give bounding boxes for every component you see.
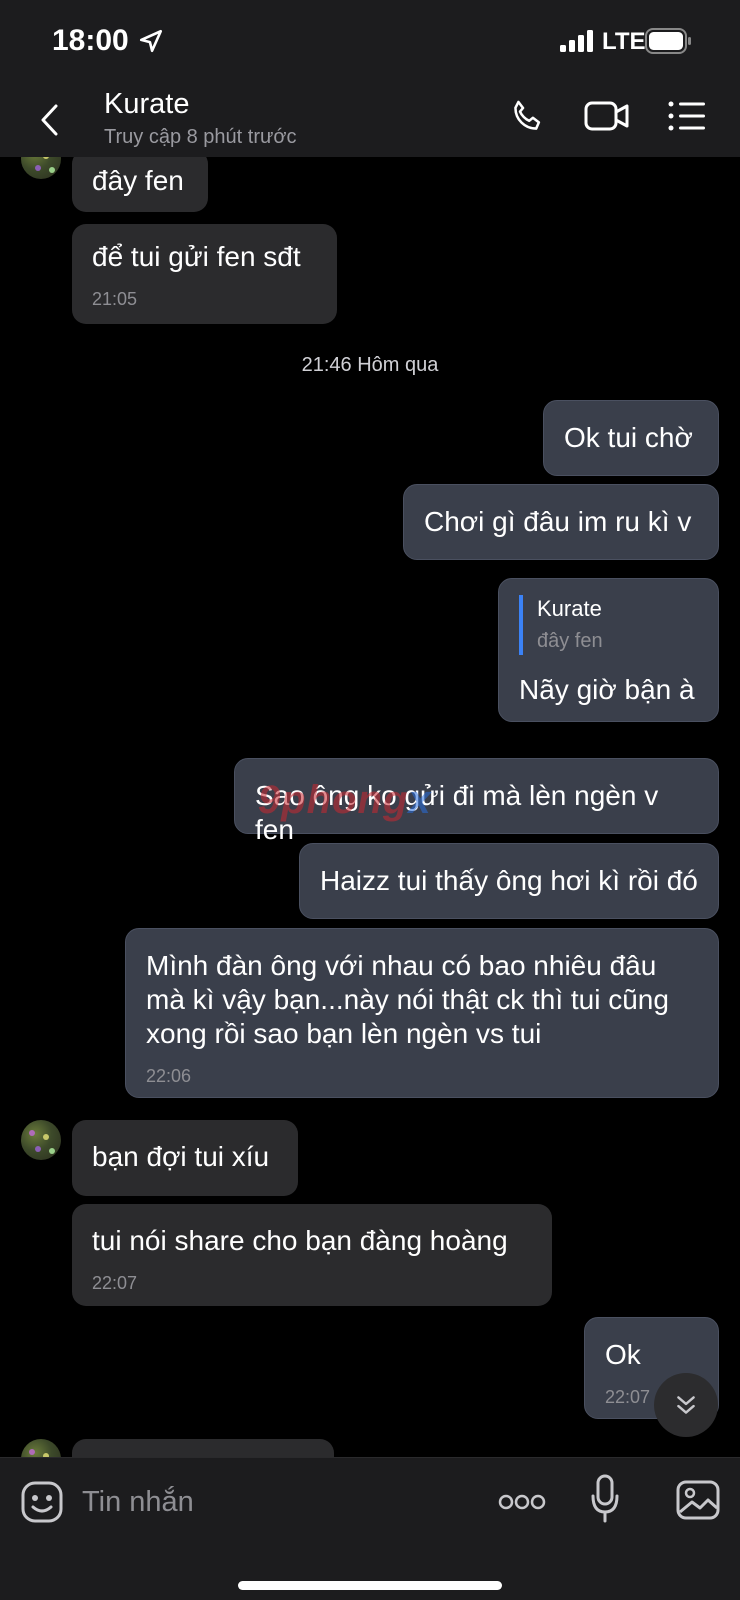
watermark-part1: 9phong xyxy=(258,778,409,822)
message-bubble[interactable]: bạn đợi tui xíu xyxy=(72,1120,298,1196)
message-bubble[interactable]: Mình đàn ông với nhau có bao nhiêu đâu m… xyxy=(125,928,719,1098)
message-bubble[interactable]: để tui gửi fen sđt 21:05 xyxy=(72,224,337,324)
watermark-part2: x xyxy=(408,778,432,822)
location-arrow-icon xyxy=(139,29,163,53)
scroll-to-bottom-button[interactable] xyxy=(654,1373,718,1437)
quote-author: Kurate xyxy=(537,596,602,621)
message-composer xyxy=(0,1457,740,1600)
message-input[interactable] xyxy=(82,1482,382,1522)
status-time: 18:00 xyxy=(52,24,129,57)
chat-header: Kurate Truy cập 8 phút trước xyxy=(0,84,740,157)
network-type: LTE xyxy=(602,28,646,55)
sticker-emoji-icon[interactable] xyxy=(20,1480,64,1524)
contact-name[interactable]: Kurate xyxy=(104,88,189,121)
message-bubble[interactable]: đây fen xyxy=(72,157,208,212)
home-indicator[interactable] xyxy=(238,1581,502,1590)
message-text: Chơi gì đâu im ru kì v xyxy=(424,506,692,537)
back-icon[interactable] xyxy=(36,102,66,138)
message-text: Mình đàn ông với nhau có bao nhiêu đâu m… xyxy=(146,950,669,1049)
avatar[interactable] xyxy=(21,1439,61,1457)
message-text: đây fen xyxy=(92,165,184,196)
signal-icon xyxy=(560,30,593,52)
quote-text: đây fen xyxy=(537,630,603,652)
message-bubble-partial[interactable] xyxy=(72,1439,334,1457)
message-bubble[interactable]: Chơi gì đâu im ru kì v xyxy=(403,484,719,560)
message-text: tui nói share cho bạn đàng hoàng xyxy=(92,1225,508,1256)
quoted-message[interactable]: Kurate đây fen xyxy=(519,595,698,655)
avatar[interactable] xyxy=(21,1120,61,1160)
reply-message-bubble[interactable]: Kurate đây fen Nãy giờ bận à xyxy=(498,578,719,722)
message-text: Nãy giờ bận à xyxy=(519,674,695,705)
message-time: 22:07 xyxy=(92,1273,138,1293)
battery-icon xyxy=(645,28,691,54)
message-time: 21:05 xyxy=(92,289,138,309)
message-text: Ok tui chờ xyxy=(564,422,693,453)
message-text: Haizz tui thấy ông hơi kì rồi đó xyxy=(320,865,698,896)
image-gallery-icon[interactable] xyxy=(676,1480,720,1520)
watermark-logo: 9phongx xyxy=(258,778,432,823)
menu-list-icon[interactable] xyxy=(668,100,706,132)
contact-last-seen: Truy cập 8 phút trước xyxy=(104,126,297,148)
message-text: để tui gửi fen sđt xyxy=(92,241,301,272)
message-text: bạn đợi tui xíu xyxy=(92,1141,270,1172)
phone-call-icon[interactable] xyxy=(508,98,546,136)
microphone-icon[interactable] xyxy=(590,1474,620,1524)
message-time: 22:06 xyxy=(146,1066,192,1086)
video-call-icon[interactable] xyxy=(584,98,630,134)
message-bubble[interactable]: tui nói share cho bạn đàng hoàng 22:07 xyxy=(72,1204,552,1306)
message-list[interactable]: đây fen để tui gửi fen sđt 21:05 21:46 H… xyxy=(0,157,740,1457)
more-options-icon[interactable] xyxy=(498,1492,546,1512)
date-separator: 21:46 Hôm qua xyxy=(301,354,439,376)
double-chevron-down-icon xyxy=(677,1396,695,1414)
message-bubble[interactable]: Ok tui chờ xyxy=(543,400,719,476)
status-bar: 18:00 LTE xyxy=(0,0,740,84)
message-bubble[interactable]: Haizz tui thấy ông hơi kì rồi đó xyxy=(299,843,719,919)
avatar[interactable] xyxy=(21,157,61,179)
message-text: Ok xyxy=(605,1339,641,1370)
